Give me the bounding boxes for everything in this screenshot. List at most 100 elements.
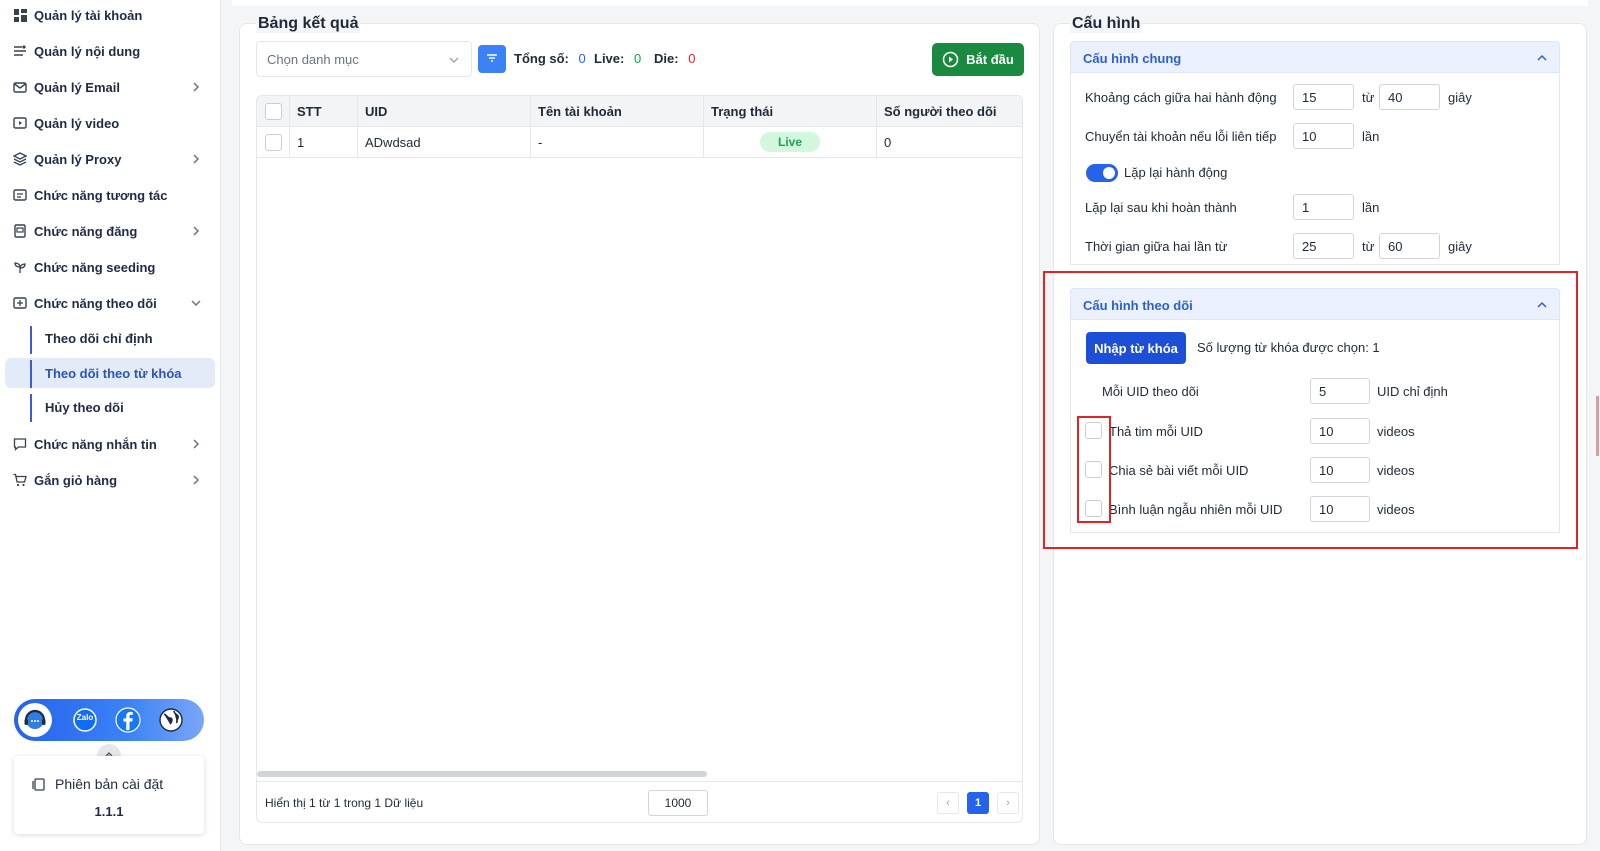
cart-icon: [13, 473, 27, 487]
social-links-bar: Zalo: [14, 699, 204, 741]
between-from-input[interactable]: 25: [1293, 233, 1354, 259]
select-all-cell: [257, 96, 290, 127]
column-header-status[interactable]: Trạng thái: [704, 96, 877, 127]
sidebar-subitem-follow-keyword[interactable]: Theo dõi theo từ khóa: [5, 358, 215, 388]
column-header-followers[interactable]: Số người theo dõi: [877, 96, 1022, 127]
sidebar-item-seeding[interactable]: Chức năng seeding: [5, 251, 215, 283]
interact-icon: [13, 188, 27, 202]
prev-page-button[interactable]: ‹: [937, 792, 959, 814]
sidebar-subitem-label: Theo dõi chỉ định: [45, 330, 153, 346]
between-label: Thời gian giữa hai lần từ: [1085, 239, 1228, 254]
page-size-input[interactable]: 1000: [648, 790, 708, 816]
interval-tu-label: từ: [1362, 90, 1375, 105]
sidebar-item-label: Chức năng seeding: [34, 259, 156, 275]
switch-account-label: Chuyển tài khoản nếu lỗi liên tiếp: [1085, 129, 1277, 144]
config-title: Cấu hình: [1070, 15, 1143, 33]
between-tu-label: từ: [1362, 239, 1375, 254]
sidebar: Quản lý tài khoản Quản lý nội dung Quản …: [0, 0, 221, 851]
live-stat: Live: 0: [594, 51, 641, 66]
interval-to-input[interactable]: 40: [1379, 84, 1440, 110]
chat-icon: [13, 437, 27, 451]
sidebar-item-label: Chức năng đăng: [34, 223, 138, 239]
row-checkbox[interactable]: [265, 133, 282, 151]
top-strip: [232, 0, 1588, 6]
interval-unit-label: giây: [1448, 90, 1472, 105]
switch-account-input[interactable]: 10: [1293, 123, 1354, 149]
results-title: Bảng kết quả: [256, 15, 361, 33]
sidebar-subitem-follow-specified[interactable]: Theo dõi chỉ định: [5, 323, 215, 353]
die-value: 0: [688, 51, 696, 66]
status-badge: Live: [760, 132, 820, 152]
follow-icon: [13, 296, 27, 310]
sidebar-item-label: Gắn giỏ hàng: [34, 472, 118, 488]
sidebar-item-follow[interactable]: Chức năng theo dõi: [5, 287, 215, 319]
category-select[interactable]: Chọn danh mục: [256, 41, 472, 77]
filter-button[interactable]: [478, 45, 506, 73]
select-all-checkbox[interactable]: [265, 103, 282, 120]
live-value: 0: [633, 51, 642, 66]
between-to-input[interactable]: 60: [1379, 233, 1440, 259]
interval-from-input[interactable]: 15: [1293, 84, 1354, 110]
total-value: 0: [578, 51, 586, 66]
column-header-name[interactable]: Tên tài khoản: [531, 96, 704, 127]
right-edge-marker: [1596, 396, 1599, 456]
page-button-1[interactable]: 1: [967, 792, 989, 814]
sidebar-item-interaction[interactable]: Chức năng tương tác: [5, 179, 215, 211]
sidebar-item-accounts[interactable]: Quản lý tài khoản: [5, 0, 215, 31]
general-config-header[interactable]: Cấu hình chung: [1070, 41, 1560, 73]
play-circle-icon: [942, 51, 959, 68]
sidebar-item-chat[interactable]: Chức năng nhắn tin: [5, 428, 215, 460]
sidebar-subitem-label: Hủy theo dõi: [45, 399, 124, 415]
sidebar-item-post[interactable]: Chức năng đăng: [5, 215, 215, 247]
column-header-stt[interactable]: STT: [290, 96, 358, 127]
cell-status: Live: [704, 127, 877, 157]
next-page-button[interactable]: ›: [997, 792, 1019, 814]
version-title-text: Phiên bản cài đặt: [55, 776, 164, 792]
between-unit-label: giây: [1448, 239, 1472, 254]
sidebar-item-label: Chức năng tương tác: [34, 187, 168, 203]
version-card: Phiên bản cài đặt 1.1.1: [14, 756, 204, 834]
switch-account-unit: lần: [1362, 129, 1380, 144]
chevron-down-icon: [447, 53, 461, 67]
sidebar-item-label: Quản lý nội dung: [34, 43, 141, 59]
video-icon: [13, 116, 27, 130]
sidebar-subitem-label: Theo dõi theo từ khóa: [45, 365, 182, 381]
sidebar-item-cart[interactable]: Gắn giỏ hàng: [5, 464, 215, 496]
toggle-knob: [1103, 167, 1115, 179]
table-footer: Hiển thị 1 từ 1 trong 1 Dữ liệu 1000 ‹ 1…: [257, 781, 1022, 822]
submenu-indicator: [30, 360, 32, 388]
chevron-right-icon: [189, 473, 203, 487]
table-row[interactable]: 1 ADwdsad - Live 0: [257, 127, 1022, 158]
cell-followers: 0: [884, 134, 892, 150]
sidebar-item-label: Chức năng nhắn tin: [34, 436, 157, 452]
repeat-action-toggle[interactable]: [1086, 164, 1118, 182]
support-icon[interactable]: [18, 703, 52, 737]
chevron-up-icon: [1535, 51, 1549, 65]
repeat-after-unit: lần: [1362, 200, 1380, 215]
horizontal-scrollbar[interactable]: [257, 771, 707, 777]
sidebar-item-video[interactable]: Quản lý video: [5, 107, 215, 139]
die-stat: Die: 0: [654, 51, 695, 66]
sidebar-item-email[interactable]: Quản lý Email: [5, 71, 215, 103]
start-button[interactable]: Bắt đầu: [932, 43, 1024, 76]
post-icon: [13, 224, 27, 238]
version-title: Phiên bản cài đặt: [32, 776, 163, 792]
repeat-after-input[interactable]: 1: [1293, 194, 1354, 220]
repeat-after-label: Lặp lại sau khi hoàn thành: [1085, 200, 1237, 215]
chevron-right-icon: [189, 152, 203, 166]
sidebar-item-label: Chức năng theo dõi: [34, 295, 157, 311]
facebook-icon[interactable]: [111, 703, 145, 737]
sidebar-item-content[interactable]: Quản lý nội dung: [5, 35, 215, 67]
globe-icon[interactable]: [154, 703, 188, 737]
sidebar-item-proxy[interactable]: Quản lý Proxy: [5, 143, 215, 175]
cell-name: -: [531, 127, 704, 157]
zalo-icon[interactable]: Zalo: [68, 703, 102, 737]
cell-uid: ADwdsad: [358, 127, 531, 157]
column-header-uid[interactable]: UID: [358, 96, 531, 127]
highlight-box-checkboxes: [1077, 416, 1111, 523]
interval-label: Khoảng cách giữa hai hành động: [1085, 90, 1277, 105]
sidebar-subitem-unfollow[interactable]: Hủy theo dõi: [5, 392, 215, 422]
highlight-box-follow-config: [1043, 271, 1578, 549]
sidebar-item-label: Quản lý video: [34, 115, 120, 131]
chevron-right-icon: [189, 224, 203, 238]
